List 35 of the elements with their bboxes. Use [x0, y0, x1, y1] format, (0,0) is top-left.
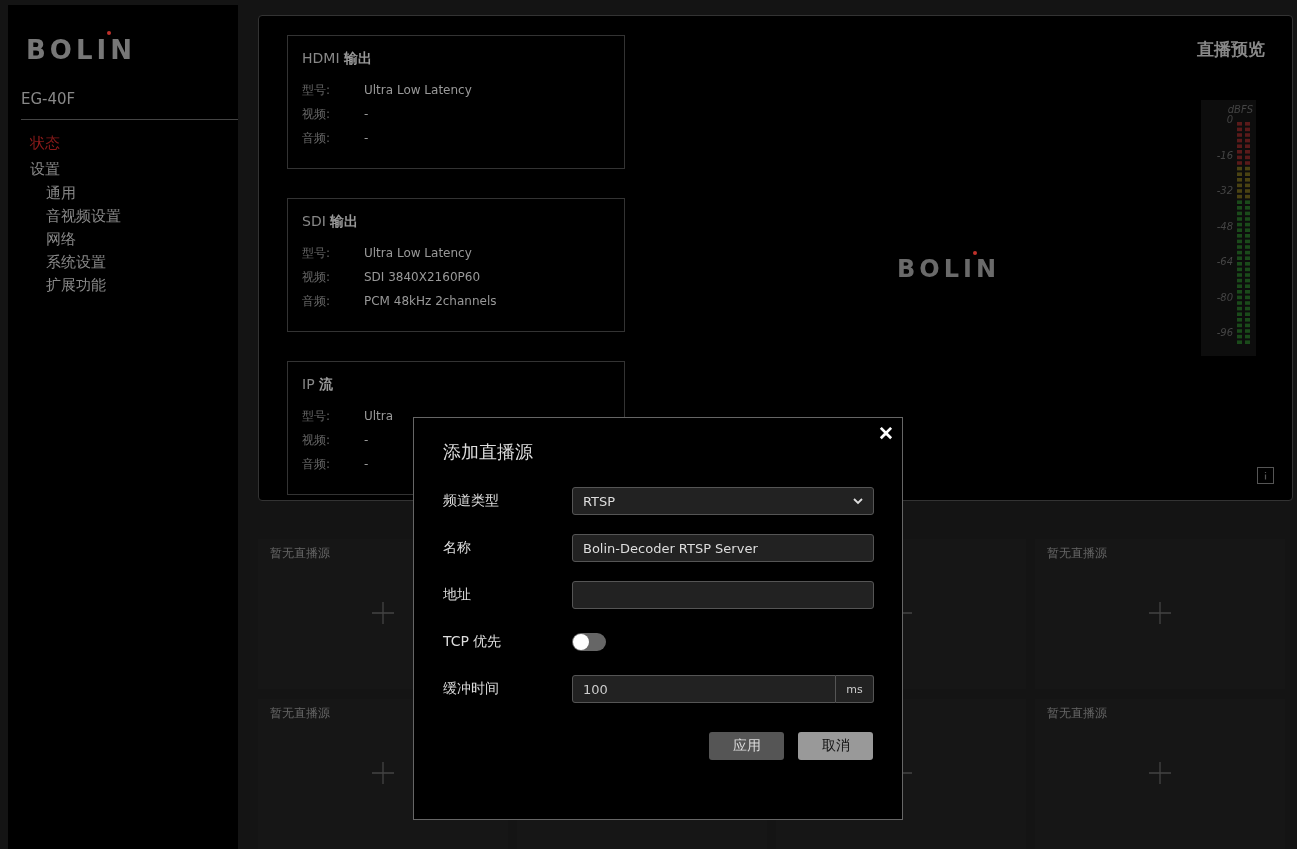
- field-label: 名称: [443, 539, 472, 557]
- field-label: 型号:: [302, 82, 332, 99]
- field-value: -: [364, 432, 369, 449]
- field-label: 视频:: [302, 269, 332, 286]
- tile-title: 暂无直播源: [270, 705, 330, 722]
- card-title: HDMI 输出: [302, 50, 373, 68]
- dialog-title: 添加直播源: [443, 440, 533, 464]
- field-label: 频道类型: [443, 492, 500, 510]
- card-title: SDI 输出: [302, 213, 360, 231]
- field-value: -: [364, 456, 369, 473]
- card-title: IP 流: [302, 376, 335, 394]
- tile-title: 暂无直播源: [270, 545, 330, 562]
- field-value: Ultra Low Latency: [364, 82, 472, 99]
- bolin-logo: BOLIN: [897, 249, 1000, 286]
- field-value: Ultra Low Latency: [364, 245, 472, 262]
- field-label: 视频:: [302, 106, 332, 123]
- field-value: -: [364, 130, 369, 147]
- field-label: 型号:: [302, 245, 332, 262]
- field-label: 地址: [443, 586, 472, 604]
- field-label: 型号:: [302, 408, 332, 425]
- field-label: 视频:: [302, 432, 332, 449]
- device-name: EG-40F: [21, 90, 238, 121]
- field-label: 音频:: [302, 456, 332, 473]
- field-label: TCP 优先: [443, 633, 503, 651]
- field-label: 音频:: [302, 130, 332, 147]
- unit-label: ms: [836, 675, 874, 703]
- preview-title: 直播预览: [1197, 38, 1265, 61]
- bolin-logo: BOLIN: [26, 29, 136, 69]
- field-value: -: [364, 106, 369, 123]
- tile-title: 暂无直播源: [1047, 545, 1107, 562]
- field-value: Ultra: [364, 408, 394, 425]
- field-value: PCM 48kHz 2channels: [364, 293, 497, 310]
- tile-title: 暂无直播源: [1047, 705, 1107, 722]
- field-value: SDI 3840X2160P60: [364, 269, 480, 286]
- field-label: 音频:: [302, 293, 332, 310]
